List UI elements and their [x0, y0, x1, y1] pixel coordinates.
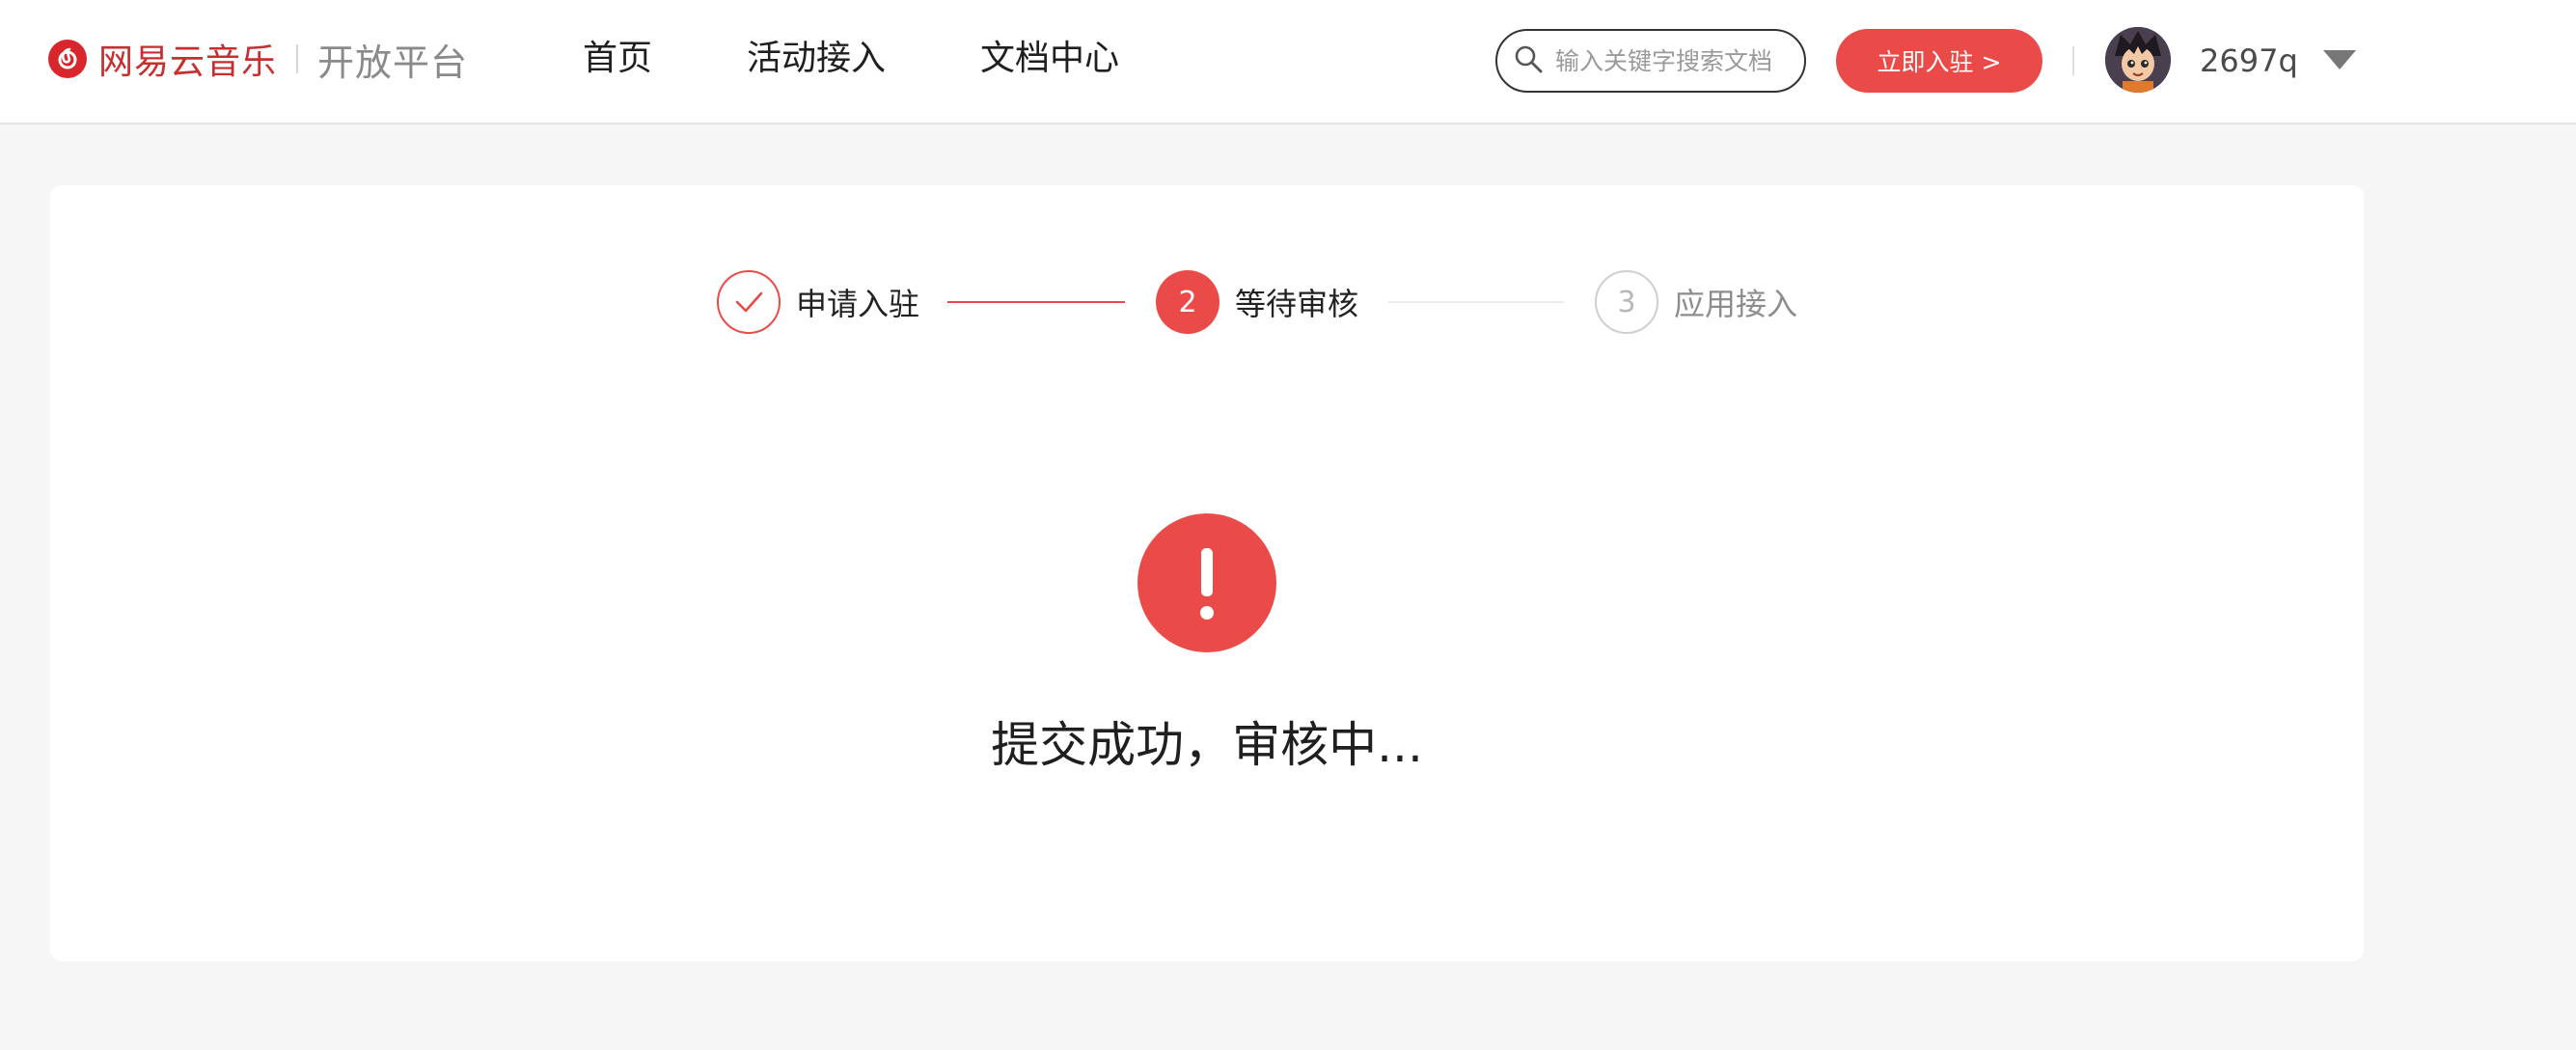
step-label: 应用接入	[1674, 286, 1798, 322]
netease-music-logo-icon	[48, 40, 87, 78]
username[interactable]: 2697q	[2200, 39, 2298, 83]
onboarding-card: 申请入驻 2 等待审核 3 应用接入 提交成功，审核中...	[50, 185, 2364, 961]
search-icon[interactable]	[1513, 43, 1544, 78]
logo[interactable]: 网易云音乐 开放平台	[48, 37, 468, 84]
step-connector-done	[947, 301, 1125, 303]
nav-docs-center[interactable]: 文档中心	[980, 35, 1119, 83]
logo-divider	[296, 44, 299, 73]
step-number: 3	[1595, 270, 1658, 334]
step-review: 2 等待审核	[1156, 270, 1358, 334]
step-check-icon	[717, 270, 781, 334]
step-label: 申请入驻	[796, 286, 920, 322]
step-connector-pending	[1388, 301, 1564, 303]
step-apply: 申请入驻	[717, 270, 919, 334]
top-header: 网易云音乐 开放平台 首页 活动接入 文档中心 立即入驻 >	[0, 0, 2576, 124]
step-label: 等待审核	[1235, 286, 1359, 322]
step-number: 2	[1156, 270, 1219, 334]
step-integrate: 3 应用接入	[1595, 270, 1797, 334]
platform-title: 开放平台	[317, 41, 469, 84]
search-input[interactable]	[1555, 46, 1787, 75]
main-nav: 首页 活动接入 文档中心	[583, 35, 1214, 83]
header-divider	[2072, 46, 2074, 75]
nav-home[interactable]: 首页	[583, 35, 652, 83]
logo-text: 网易云音乐	[98, 42, 278, 82]
avatar[interactable]	[2105, 27, 2171, 93]
progress-steps: 申请入驻 2 等待审核 3 应用接入	[666, 270, 1823, 334]
chevron-down-icon[interactable]	[2323, 50, 2356, 69]
exclamation-icon	[1137, 513, 1276, 652]
search-box[interactable]	[1495, 29, 1806, 93]
nav-activity-access[interactable]: 活动接入	[747, 35, 886, 83]
status-message: 提交成功，审核中...	[991, 717, 1423, 773]
join-now-button[interactable]: 立即入驻 >	[1836, 29, 2042, 93]
